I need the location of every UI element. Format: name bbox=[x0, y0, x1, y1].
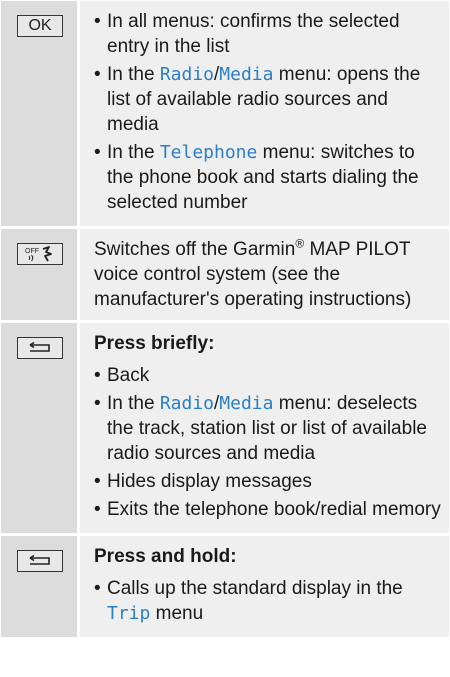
voice-off-key: OFF bbox=[17, 243, 63, 265]
list-item: Calls up the standard display in the Tri… bbox=[94, 576, 441, 626]
back-key bbox=[17, 337, 63, 359]
back-icon bbox=[29, 555, 50, 565]
list-item: In the Radio/Media menu: opens the list … bbox=[94, 62, 441, 137]
row-heading: Press briefly: bbox=[94, 333, 215, 354]
key-cell bbox=[1, 323, 80, 533]
list-item: Hides display messages bbox=[94, 469, 441, 494]
row-heading: Press and hold: bbox=[94, 546, 237, 567]
description-cell: In all menus: confirms the selected entr… bbox=[80, 1, 449, 226]
description-cell: Switches off the Garmin® MAP PILOT voice… bbox=[80, 229, 449, 320]
list-item: Back bbox=[94, 363, 441, 388]
description-cell: Press and hold: Calls up the standard di… bbox=[80, 536, 449, 637]
key-cell: OFF bbox=[1, 229, 80, 320]
key-cell: OK bbox=[1, 1, 80, 226]
table-row: OFF Switches off the Garmin® MAP PILOT v… bbox=[1, 229, 449, 323]
list-item: In the Telephone menu: switches to the p… bbox=[94, 140, 441, 215]
list-item: In all menus: confirms the selected entr… bbox=[94, 9, 441, 59]
back-icon bbox=[29, 342, 50, 352]
bullet-list: In all menus: confirms the selected entr… bbox=[94, 9, 441, 215]
menu-name: Telephone bbox=[159, 142, 258, 163]
voice-off-icon: OFF bbox=[25, 246, 52, 262]
svg-text:OFF: OFF bbox=[25, 248, 39, 255]
bullet-list: Back In the Radio/Media menu: deselects … bbox=[94, 363, 441, 522]
list-item: Exits the telephone book/redial memory bbox=[94, 497, 441, 522]
table-row: Press briefly: Back In the Radio/Media m… bbox=[1, 323, 449, 536]
table-row: OK In all menus: confirms the selected e… bbox=[1, 1, 449, 229]
ok-key: OK bbox=[17, 15, 63, 37]
back-key bbox=[17, 550, 63, 572]
table-row: Press and hold: Calls up the standard di… bbox=[1, 536, 449, 640]
description-cell: Press briefly: Back In the Radio/Media m… bbox=[80, 323, 449, 533]
menu-name: Trip bbox=[107, 603, 151, 624]
controls-table: OK In all menus: confirms the selected e… bbox=[1, 1, 449, 640]
list-item: In the Radio/Media menu: deselects the t… bbox=[94, 391, 441, 466]
menu-name: Radio bbox=[159, 393, 215, 414]
menu-name: Radio bbox=[159, 64, 215, 85]
menu-name: Media bbox=[219, 64, 274, 85]
bullet-list: Calls up the standard display in the Tri… bbox=[94, 576, 441, 626]
key-cell bbox=[1, 536, 80, 637]
menu-name: Media bbox=[219, 393, 274, 414]
